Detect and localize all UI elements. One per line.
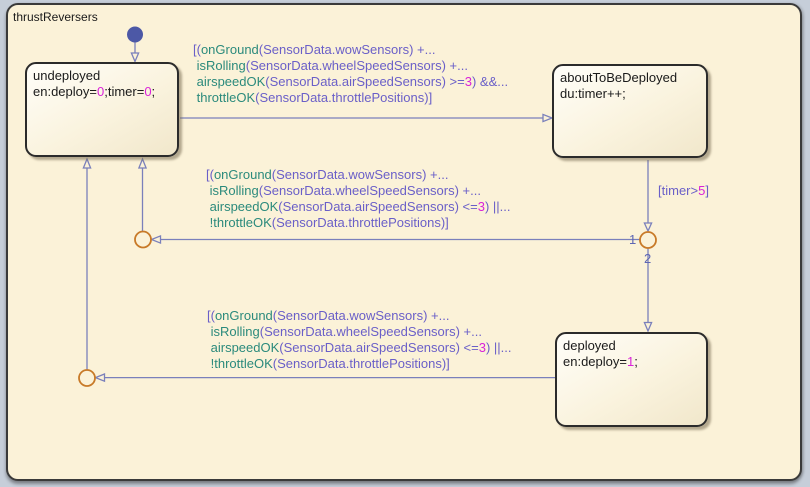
stateflow-canvas: thrustReversers	[0, 0, 810, 487]
text-run: isRolling	[211, 324, 260, 339]
text-run: airspeedOK	[211, 340, 280, 355]
arrowhead-icon	[543, 114, 552, 121]
text-run: isRolling	[197, 58, 246, 73]
default-transition[interactable]	[131, 43, 138, 62]
text-line: du:timer++;	[560, 86, 700, 102]
text-line: [(onGround(SensorData.wowSensors) +...	[193, 42, 508, 58]
transition-label-deployed-to-undeployed[interactable]: [(onGround(SensorData.wowSensors) +... i…	[207, 308, 512, 372]
text-run: (SensorData.wowSensors) +...	[272, 167, 449, 182]
state-label-deployed: deployeden:deploy=1;	[563, 338, 700, 370]
text-run: (SensorData.wheelSpeedSensors) +...	[246, 58, 468, 73]
arrowhead-icon	[139, 159, 146, 168]
text-run: en:deploy=	[563, 354, 627, 369]
text-run: ;timer=	[104, 84, 144, 99]
text-line: !throttleOK(SensorData.throttlePositions…	[206, 215, 511, 231]
text-run: en:deploy=	[33, 84, 97, 99]
state-aboutToBeDeployed[interactable]: aboutToBeDeployeddu:timer++;	[552, 64, 708, 158]
arrowhead-icon	[83, 159, 90, 168]
text-line: airspeedOK(SensorData.airSpeedSensors) >…	[193, 74, 508, 90]
text-line: en:deploy=0;timer=0;	[33, 84, 171, 100]
text-run: onGround	[201, 42, 259, 57]
transition-label-to-aboutToBeDeployed[interactable]: [(onGround(SensorData.wowSensors) +... i…	[193, 42, 508, 106]
text-run: throttleOK	[197, 90, 256, 105]
text-run: aboutToBeDeployed	[560, 70, 677, 85]
text-run: (SensorData.airSpeedSensors) <=	[279, 340, 478, 355]
text-run: (SensorData.wowSensors) +...	[259, 42, 436, 57]
arrowhead-icon	[131, 53, 138, 62]
transition-undeployed-to-aboutToBeDeployed[interactable]	[180, 114, 552, 121]
text-line: throttleOK(SensorData.throttlePositions)…	[193, 90, 508, 106]
text-run: airspeedOK	[210, 199, 279, 214]
text-line: isRolling(SensorData.wheelSpeedSensors) …	[207, 324, 512, 340]
text-line: deployed	[563, 338, 700, 354]
text-run: !throttleOK	[211, 356, 273, 371]
transition-aboutToBeDeployed-to-junction[interactable]	[644, 160, 651, 231]
junction-2[interactable]	[135, 232, 151, 248]
text-line: [(onGround(SensorData.wowSensors) +...	[207, 308, 512, 324]
text-run: (SensorData.throttlePositions)]	[255, 90, 432, 105]
junction-3[interactable]	[79, 370, 95, 386]
text-line: aboutToBeDeployed	[560, 70, 700, 86]
arrowhead-icon	[644, 223, 651, 231]
text-line: isRolling(SensorData.wheelSpeedSensors) …	[206, 183, 511, 199]
text-run: onGround	[215, 308, 273, 323]
text-run: undeployed	[33, 68, 100, 83]
text-run: (SensorData.wheelSpeedSensors) +...	[259, 183, 481, 198]
transition-order-1: 1	[629, 232, 636, 248]
text-line: isRolling(SensorData.wheelSpeedSensors) …	[193, 58, 508, 74]
text-line: airspeedOK(SensorData.airSpeedSensors) <…	[207, 340, 512, 356]
state-label-undeployed: undeployeden:deploy=0;timer=0;	[33, 68, 171, 100]
text-run: (SensorData.airSpeedSensors) <=	[278, 199, 477, 214]
text-run: !throttleOK	[210, 215, 272, 230]
text-line: en:deploy=1;	[563, 354, 700, 370]
arrowhead-icon	[96, 374, 105, 381]
transition-order-2: 2	[644, 251, 651, 267]
state-undeployed[interactable]: undeployeden:deploy=0;timer=0;	[25, 62, 179, 157]
text-run: 3	[465, 74, 472, 89]
text-run: ) ||...	[485, 199, 511, 214]
text-run: [timer>	[658, 183, 698, 198]
text-run: deployed	[563, 338, 616, 353]
arrowhead-icon	[152, 236, 161, 243]
text-run: 3	[479, 340, 486, 355]
text-run: [(	[193, 42, 201, 57]
arrowhead-icon	[644, 323, 651, 332]
junction-1[interactable]	[640, 232, 656, 248]
text-run: ;	[634, 354, 638, 369]
text-run: (SensorData.throttlePositions)]	[272, 215, 449, 230]
transition-label-timer[interactable]: [timer>5]	[658, 183, 709, 199]
text-run: airspeedOK	[197, 74, 266, 89]
transition-label-junction-to-undeployed[interactable]: [(onGround(SensorData.wowSensors) +... i…	[206, 167, 511, 231]
text-run: ) &&...	[472, 74, 508, 89]
text-run: (SensorData.throttlePositions)]	[273, 356, 450, 371]
text-line: [(onGround(SensorData.wowSensors) +...	[206, 167, 511, 183]
text-run: onGround	[214, 167, 272, 182]
text-run: 0	[144, 84, 151, 99]
text-line: airspeedOK(SensorData.airSpeedSensors) <…	[206, 199, 511, 215]
text-run: (SensorData.wowSensors) +...	[273, 308, 450, 323]
state-label-aboutToBeDeployed: aboutToBeDeployeddu:timer++;	[560, 70, 700, 102]
initial-state-dot[interactable]	[127, 27, 143, 43]
text-run: [(	[207, 308, 215, 323]
text-run: isRolling	[210, 183, 259, 198]
text-line: [timer>5]	[658, 183, 709, 199]
text-run: ;	[152, 84, 156, 99]
text-run: 3	[478, 199, 485, 214]
text-run: ) ||...	[486, 340, 512, 355]
state-deployed[interactable]: deployeden:deploy=1;	[555, 332, 708, 427]
text-line: !throttleOK(SensorData.throttlePositions…	[207, 356, 512, 372]
text-run: (SensorData.wheelSpeedSensors) +...	[260, 324, 482, 339]
text-run: (SensorData.airSpeedSensors) >=	[265, 74, 464, 89]
text-line: undeployed	[33, 68, 171, 84]
text-run: ]	[705, 183, 709, 198]
text-run: [(	[206, 167, 214, 182]
text-run: du:timer++;	[560, 86, 626, 101]
